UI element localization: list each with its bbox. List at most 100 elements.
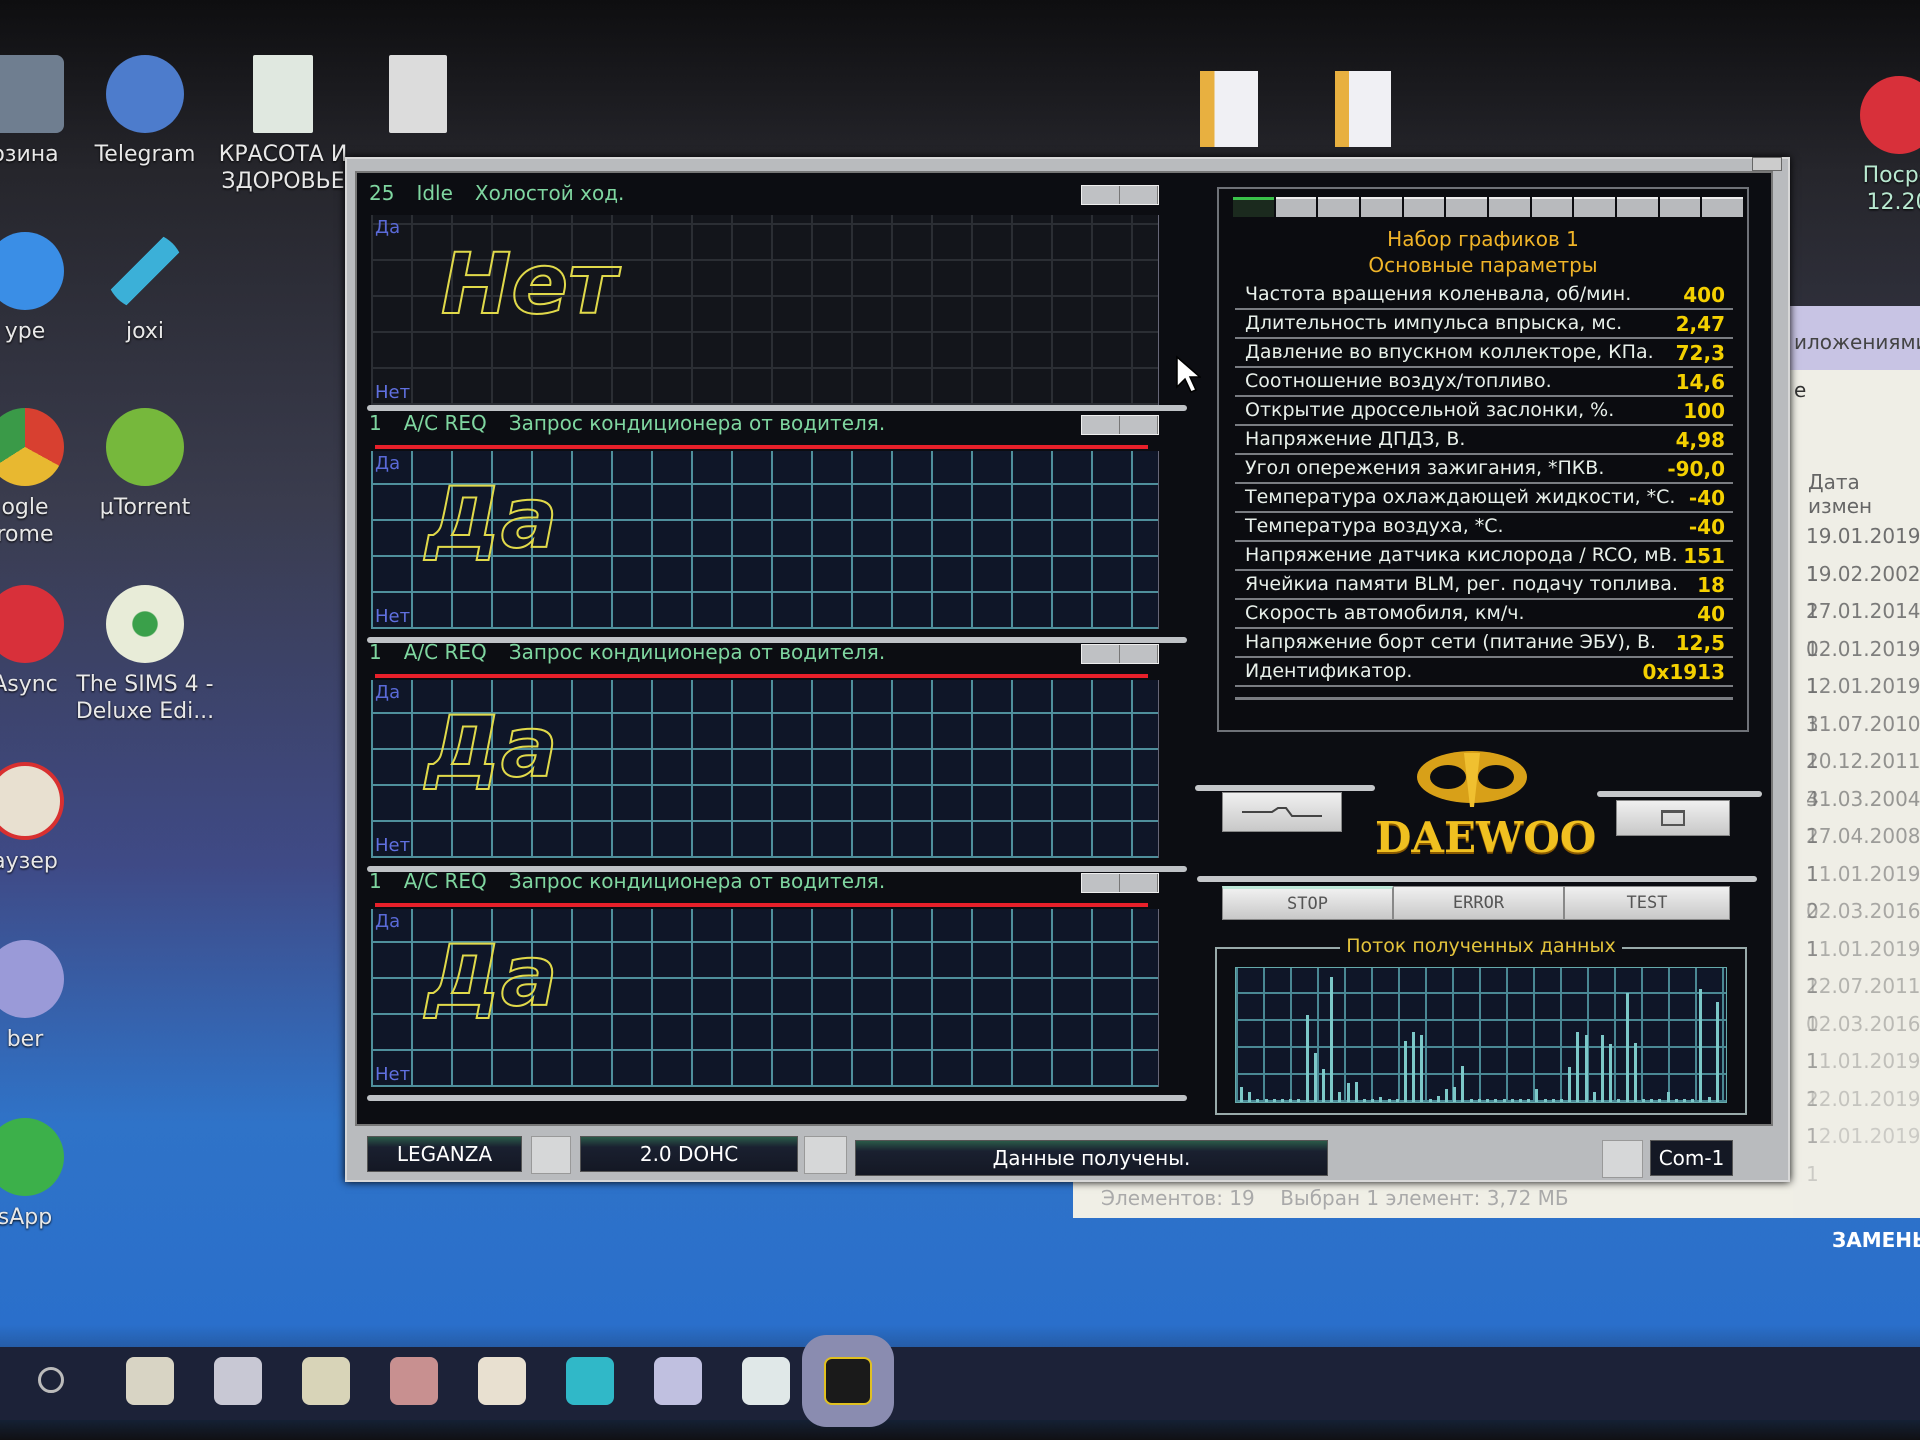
item-count: Элементов: 19	[1101, 1186, 1255, 1210]
window-restore-button[interactable]	[1752, 157, 1782, 171]
waveform-icon	[1242, 807, 1322, 817]
file-date[interactable]: 27.01.2014 0	[1806, 593, 1920, 661]
desktop-icon-utorrent[interactable]: µTorrent	[70, 408, 220, 521]
translator-icon[interactable]	[214, 1357, 262, 1405]
ribbon-tab[interactable]: иложениями	[1790, 306, 1920, 370]
stop-button[interactable]: STOP	[1222, 886, 1393, 920]
file-explorer-icon[interactable]	[302, 1357, 350, 1405]
skype-icon[interactable]	[566, 1357, 614, 1405]
graph-set-tab[interactable]	[1531, 197, 1573, 217]
file-date[interactable]: 27.04.2008 1	[1806, 818, 1920, 886]
graph-button[interactable]	[1082, 416, 1120, 434]
graph-button[interactable]	[1120, 416, 1158, 434]
file-date[interactable]: 02.03.2016 1	[1806, 1006, 1920, 1074]
app-icon[interactable]	[742, 1357, 790, 1405]
desktop-icon-whatsapp[interactable]: sApp	[0, 1118, 100, 1231]
graph-state-value: Да	[425, 468, 558, 568]
file-date[interactable]: 12.01.2019 1	[1806, 668, 1920, 736]
search-icon[interactable]	[38, 1367, 64, 1393]
graph-set-tab[interactable]	[1617, 197, 1658, 217]
status-toggle[interactable]	[531, 1136, 571, 1174]
daewoo-diagnostic-icon[interactable]	[824, 1357, 872, 1405]
graph-set-tab[interactable]	[1275, 197, 1317, 217]
chrome-icon[interactable]	[390, 1357, 438, 1405]
desktop-icon-posrednik[interactable]: Посред 12.201	[1830, 76, 1920, 216]
folder-icon[interactable]	[1335, 71, 1391, 147]
graph-grid: Да Нет Да	[371, 903, 1159, 1087]
file-date[interactable]: 12.01.2019 1	[1806, 1081, 1920, 1149]
file-date[interactable]: 19.01.2019 1	[1806, 518, 1920, 586]
yandex-browser-icon[interactable]	[478, 1357, 526, 1405]
graph-set-tab[interactable]	[1659, 197, 1701, 217]
graph-set-tab[interactable]	[1702, 197, 1744, 217]
file-date[interactable]: 11.01.2019 2	[1806, 1043, 1920, 1111]
stream-bar	[1379, 1096, 1383, 1102]
error-button[interactable]: ERROR	[1393, 886, 1564, 920]
desktop-icon-excel-file[interactable]: КРАСОТА И ЗДОРОВЬЕ	[208, 55, 358, 195]
stream-bar	[1625, 993, 1629, 1102]
desktop-icon-document[interactable]	[343, 55, 493, 141]
param-label: Температура охлаждающей жидкости, *С.	[1245, 486, 1676, 508]
stream-bar	[1691, 1099, 1695, 1102]
calculator-icon[interactable]	[126, 1357, 174, 1405]
param-value: 14,6	[1675, 370, 1725, 394]
graph-set-tab[interactable]	[1446, 197, 1488, 217]
stream-plot	[1235, 967, 1727, 1103]
graph-button[interactable]	[1082, 186, 1120, 204]
file-date[interactable]: 02.03.2016 1	[1806, 893, 1920, 961]
status-toggle[interactable]	[1602, 1140, 1643, 1178]
graph-button[interactable]	[1082, 874, 1120, 892]
test-button[interactable]: TEST	[1564, 886, 1730, 920]
graph-button[interactable]	[1120, 186, 1158, 204]
desktop-icon-viber[interactable]: ber	[0, 940, 100, 1053]
file-date[interactable]: 12.01.2019 1	[1806, 631, 1920, 699]
graph-number: 1	[369, 411, 382, 435]
status-toggle[interactable]	[804, 1136, 847, 1174]
graph-button[interactable]	[1082, 645, 1120, 663]
param-label: Температура воздуха, *С.	[1245, 515, 1504, 537]
yandex-browser-icon	[0, 762, 64, 840]
graph-grid: Да Нет Да	[371, 445, 1159, 629]
file-date[interactable]: 19.02.2002 1	[1806, 556, 1920, 624]
viber-icon[interactable]	[654, 1357, 702, 1405]
desktop-icon-yandex[interactable]: аузер	[0, 762, 100, 875]
graph-set-tab[interactable]	[1574, 197, 1616, 217]
stream-bar	[1584, 1035, 1588, 1102]
graph-button[interactable]	[1120, 874, 1158, 892]
graph-panel: 1 A/C REQ Запрос кондиционера от водителя.…	[363, 869, 1187, 1101]
file-date[interactable]: 12.07.2011 1	[1806, 968, 1920, 1036]
graph-no-label: Нет	[375, 606, 411, 627]
desktop-icon-telegram[interactable]: Telegram	[70, 55, 220, 168]
graph-mode-button[interactable]	[1222, 792, 1342, 832]
desktop-icon-joxi[interactable]: joxi	[70, 232, 220, 345]
folder-icon[interactable]	[1200, 71, 1258, 147]
graph-set-tab[interactable]	[1489, 197, 1530, 217]
help-book-button[interactable]	[1616, 800, 1730, 836]
file-date[interactable]: 11.01.2019 2	[1806, 931, 1920, 999]
graph-set-tab[interactable]	[1403, 197, 1445, 217]
graph-set-tab[interactable]	[1233, 197, 1274, 217]
stream-bar	[1322, 1068, 1326, 1102]
param-label: Скорость автомобиля, км/ч.	[1245, 602, 1525, 624]
file-date[interactable]: 31.07.2010 2	[1806, 706, 1920, 774]
graph-set-tabs	[1233, 197, 1744, 217]
graph-set-tab[interactable]	[1361, 197, 1402, 217]
file-date[interactable]: 10.12.2011 4	[1806, 743, 1920, 811]
graph-number: 25	[369, 181, 395, 205]
graph-no-label: Нет	[375, 835, 411, 856]
file-date[interactable]: 12.01.2019 1	[1806, 1118, 1920, 1186]
graph-no-label: Нет	[375, 1064, 411, 1085]
file-date[interactable]: 11.01.2019 2	[1806, 856, 1920, 924]
stream-bar	[1346, 1082, 1350, 1102]
mega-icon	[0, 585, 64, 663]
graph-header: 1 A/C REQ Запрос кондиционера от водителя.	[363, 869, 1173, 899]
stream-bar	[1600, 1035, 1604, 1102]
column-header-date[interactable]: Дата измен	[1790, 410, 1920, 518]
rail	[1197, 876, 1757, 882]
file-date[interactable]: 31.03.2004 1	[1806, 781, 1920, 849]
graph-set-tab[interactable]	[1318, 197, 1360, 217]
desktop-icon-sims[interactable]: The SIMS 4 - Deluxe Edi...	[70, 585, 220, 725]
stream-bar	[1461, 1066, 1465, 1102]
graph-button[interactable]	[1120, 645, 1158, 663]
status-message: Данные получены.	[855, 1140, 1328, 1176]
